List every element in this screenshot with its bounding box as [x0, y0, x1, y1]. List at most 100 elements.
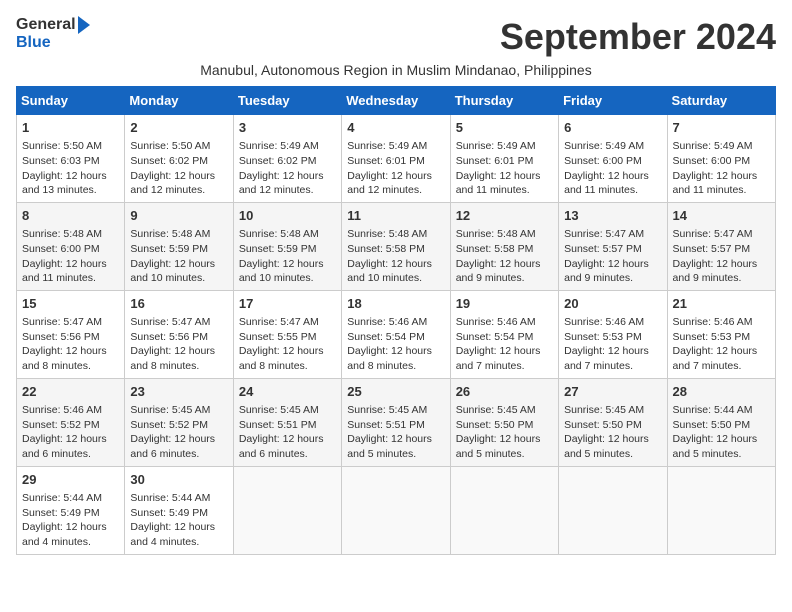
day-number: 28	[673, 383, 770, 401]
day-info-line: and 13 minutes.	[22, 183, 119, 198]
day-info-line: Sunset: 5:50 PM	[456, 418, 553, 433]
day-info-line: Sunrise: 5:45 AM	[456, 403, 553, 418]
day-info-line: Sunrise: 5:48 AM	[239, 227, 336, 242]
day-number: 21	[673, 295, 770, 313]
day-number: 18	[347, 295, 444, 313]
calendar-cell: 8Sunrise: 5:48 AMSunset: 6:00 PMDaylight…	[17, 202, 125, 290]
day-info-line: Daylight: 12 hours	[130, 344, 227, 359]
day-info-line: Sunset: 5:53 PM	[673, 330, 770, 345]
day-info-line: and 9 minutes.	[673, 271, 770, 286]
day-number: 29	[22, 471, 119, 489]
day-info-line: and 11 minutes.	[22, 271, 119, 286]
day-info-line: and 6 minutes.	[22, 447, 119, 462]
day-info-line: Daylight: 12 hours	[673, 257, 770, 272]
calendar-cell: 30Sunrise: 5:44 AMSunset: 5:49 PMDayligh…	[125, 466, 233, 554]
day-info-line: Sunrise: 5:48 AM	[347, 227, 444, 242]
day-info-line: Sunset: 5:59 PM	[130, 242, 227, 257]
day-info-line: Daylight: 12 hours	[22, 344, 119, 359]
day-header-tuesday: Tuesday	[233, 87, 341, 115]
day-number: 16	[130, 295, 227, 313]
day-info-line: Sunrise: 5:47 AM	[673, 227, 770, 242]
calendar-cell: 9Sunrise: 5:48 AMSunset: 5:59 PMDaylight…	[125, 202, 233, 290]
day-info-line: Sunrise: 5:48 AM	[456, 227, 553, 242]
day-info-line: and 11 minutes.	[564, 183, 661, 198]
day-info-line: Sunrise: 5:47 AM	[130, 315, 227, 330]
day-info-line: Sunrise: 5:49 AM	[456, 139, 553, 154]
day-info-line: Sunrise: 5:47 AM	[22, 315, 119, 330]
day-info-line: and 10 minutes.	[347, 271, 444, 286]
day-info-line: Daylight: 12 hours	[239, 432, 336, 447]
day-number: 5	[456, 119, 553, 137]
day-number: 25	[347, 383, 444, 401]
day-info-line: Sunrise: 5:45 AM	[130, 403, 227, 418]
day-info-line: Sunrise: 5:47 AM	[564, 227, 661, 242]
day-info-line: Sunrise: 5:50 AM	[130, 139, 227, 154]
calendar-cell: 29Sunrise: 5:44 AMSunset: 5:49 PMDayligh…	[17, 466, 125, 554]
day-info-line: and 12 minutes.	[239, 183, 336, 198]
calendar-cell: 7Sunrise: 5:49 AMSunset: 6:00 PMDaylight…	[667, 115, 775, 203]
day-number: 26	[456, 383, 553, 401]
day-info-line: Sunset: 5:57 PM	[673, 242, 770, 257]
day-info-line: Sunrise: 5:46 AM	[564, 315, 661, 330]
day-info-line: Sunrise: 5:48 AM	[130, 227, 227, 242]
day-info-line: Daylight: 12 hours	[130, 432, 227, 447]
day-info-line: and 12 minutes.	[347, 183, 444, 198]
calendar-cell: 24Sunrise: 5:45 AMSunset: 5:51 PMDayligh…	[233, 378, 341, 466]
day-info-line: and 5 minutes.	[673, 447, 770, 462]
day-info-line: Sunset: 6:03 PM	[22, 154, 119, 169]
day-number: 20	[564, 295, 661, 313]
day-info-line: and 8 minutes.	[130, 359, 227, 374]
day-info-line: Sunrise: 5:45 AM	[239, 403, 336, 418]
day-info-line: Sunset: 6:02 PM	[130, 154, 227, 169]
day-info-line: Sunset: 5:51 PM	[239, 418, 336, 433]
calendar-cell: 16Sunrise: 5:47 AMSunset: 5:56 PMDayligh…	[125, 290, 233, 378]
day-info-line: Sunrise: 5:49 AM	[564, 139, 661, 154]
calendar-cell: 13Sunrise: 5:47 AMSunset: 5:57 PMDayligh…	[559, 202, 667, 290]
calendar-cell: 18Sunrise: 5:46 AMSunset: 5:54 PMDayligh…	[342, 290, 450, 378]
day-info-line: Sunset: 6:00 PM	[22, 242, 119, 257]
day-info-line: Sunrise: 5:46 AM	[347, 315, 444, 330]
day-info-line: Sunrise: 5:46 AM	[22, 403, 119, 418]
calendar-cell	[559, 466, 667, 554]
day-info-line: Daylight: 12 hours	[130, 257, 227, 272]
day-number: 10	[239, 207, 336, 225]
day-number: 19	[456, 295, 553, 313]
logo-arrow-icon	[78, 16, 90, 34]
day-info-line: and 6 minutes.	[239, 447, 336, 462]
calendar-cell: 3Sunrise: 5:49 AMSunset: 6:02 PMDaylight…	[233, 115, 341, 203]
day-info-line: Daylight: 12 hours	[347, 344, 444, 359]
calendar-cell: 4Sunrise: 5:49 AMSunset: 6:01 PMDaylight…	[342, 115, 450, 203]
day-info-line: and 9 minutes.	[456, 271, 553, 286]
day-info-line: Sunrise: 5:49 AM	[673, 139, 770, 154]
day-number: 15	[22, 295, 119, 313]
day-info-line: Daylight: 12 hours	[673, 169, 770, 184]
day-info-line: Sunset: 5:53 PM	[564, 330, 661, 345]
calendar-cell: 12Sunrise: 5:48 AMSunset: 5:58 PMDayligh…	[450, 202, 558, 290]
day-info-line: Daylight: 12 hours	[456, 169, 553, 184]
day-header-wednesday: Wednesday	[342, 87, 450, 115]
calendar-cell: 22Sunrise: 5:46 AMSunset: 5:52 PMDayligh…	[17, 378, 125, 466]
day-info-line: Daylight: 12 hours	[564, 169, 661, 184]
calendar-cell: 10Sunrise: 5:48 AMSunset: 5:59 PMDayligh…	[233, 202, 341, 290]
day-info-line: Sunset: 6:02 PM	[239, 154, 336, 169]
day-info-line: Sunset: 6:00 PM	[564, 154, 661, 169]
day-info-line: Daylight: 12 hours	[673, 432, 770, 447]
day-info-line: Daylight: 12 hours	[347, 257, 444, 272]
day-info-line: Daylight: 12 hours	[564, 344, 661, 359]
calendar-cell: 21Sunrise: 5:46 AMSunset: 5:53 PMDayligh…	[667, 290, 775, 378]
calendar-cell: 19Sunrise: 5:46 AMSunset: 5:54 PMDayligh…	[450, 290, 558, 378]
day-number: 6	[564, 119, 661, 137]
calendar-cell: 15Sunrise: 5:47 AMSunset: 5:56 PMDayligh…	[17, 290, 125, 378]
day-info-line: Daylight: 12 hours	[456, 257, 553, 272]
calendar-cell: 27Sunrise: 5:45 AMSunset: 5:50 PMDayligh…	[559, 378, 667, 466]
subtitle: Manubul, Autonomous Region in Muslim Min…	[16, 62, 776, 78]
calendar-cell: 26Sunrise: 5:45 AMSunset: 5:50 PMDayligh…	[450, 378, 558, 466]
day-info-line: Daylight: 12 hours	[22, 169, 119, 184]
day-info-line: and 5 minutes.	[564, 447, 661, 462]
day-info-line: Sunrise: 5:45 AM	[564, 403, 661, 418]
calendar-cell: 14Sunrise: 5:47 AMSunset: 5:57 PMDayligh…	[667, 202, 775, 290]
day-number: 1	[22, 119, 119, 137]
calendar-cell: 28Sunrise: 5:44 AMSunset: 5:50 PMDayligh…	[667, 378, 775, 466]
day-info-line: Daylight: 12 hours	[239, 169, 336, 184]
day-info-line: Daylight: 12 hours	[130, 169, 227, 184]
